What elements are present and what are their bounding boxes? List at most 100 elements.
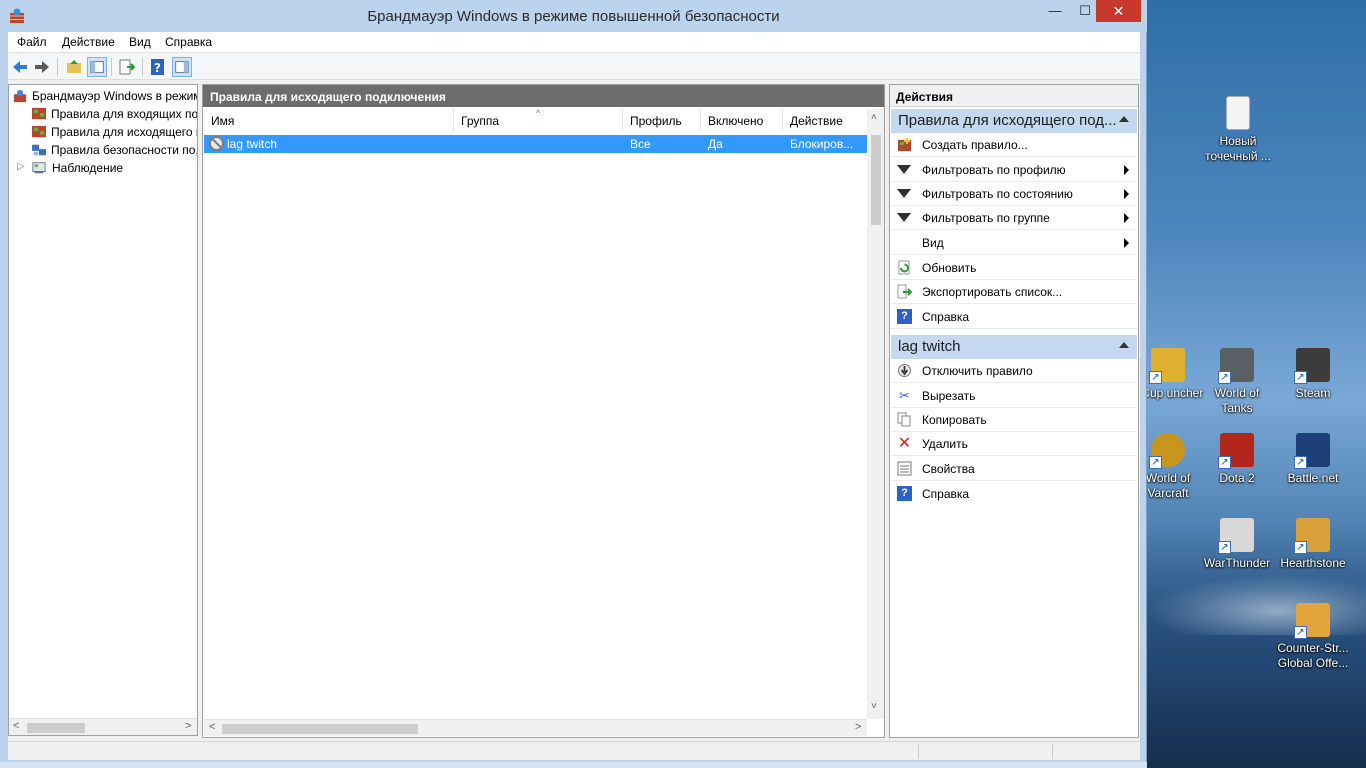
table-row[interactable]: lag twitch Все Да Блокиров... [204,135,867,153]
help-icon: ? [897,309,912,324]
desktop-icon-dota2[interactable]: ↗ Dota 2 [1199,433,1275,486]
scroll-down-icon[interactable]: ˅ [871,701,877,712]
rules-vertical-scrollbar[interactable]: ˄ ˅ [867,109,884,719]
tree-item-monitoring[interactable]: ▷ Наблюдение [17,160,197,177]
action-copy[interactable]: Копировать [891,408,1137,432]
menu-help[interactable]: Справка [165,35,212,49]
desktop-icon-world-of-tanks[interactable]: ↗ World of Tanks [1199,348,1275,416]
back-icon[interactable] [10,57,30,77]
desktop-icon-hearthstone[interactable]: ↗ Hearthstone [1275,518,1351,571]
menu-file[interactable]: Файл [17,35,47,49]
actions-pane: Действия Правила для исходящего под... С… [889,84,1139,738]
cell-profile: Все [630,137,651,151]
action-new-rule[interactable]: Создать правило... [891,133,1137,157]
sort-ascending-icon: ^ [536,108,541,118]
export-icon[interactable] [117,57,137,77]
title-bar[interactable]: Брандмауэр Windows в режиме повышенной б… [0,0,1147,32]
scrollbar-thumb[interactable] [871,135,881,225]
column-action[interactable]: Действие [783,109,861,131]
tree-item-connection-security-rules[interactable]: Правила безопасности по, [31,142,197,159]
scrollbar-thumb[interactable] [222,724,418,734]
tree-horizontal-scrollbar[interactable]: < > [9,718,197,735]
action-filter-by-state[interactable]: Фильтровать по состоянию [891,182,1137,206]
action-filter-by-group[interactable]: Фильтровать по группе [891,206,1137,230]
scroll-left-icon[interactable]: < [13,720,19,732]
up-folder-icon[interactable] [64,57,84,77]
scroll-right-icon[interactable]: > [855,721,861,733]
filter-icon [897,165,911,174]
action-view[interactable]: Вид [891,231,1137,255]
help-icon: ? [897,486,912,501]
actions-section-outbound[interactable]: Правила для исходящего под... [891,109,1137,133]
action-label: Вырезать [922,389,976,403]
menu-view[interactable]: Вид [129,35,151,49]
scrollbar-thumb[interactable] [27,723,85,733]
submenu-arrow-icon [1124,238,1129,248]
action-label: Создать правило... [922,138,1028,152]
scroll-right-icon[interactable]: > [185,720,191,732]
desktop-icon-battlenet[interactable]: ↗ Battle.net [1275,433,1351,486]
actions-section-selected-rule[interactable]: lag twitch [891,335,1137,359]
action-help[interactable]: ? Справка [891,305,1137,329]
desktop-icon-label: World of Varcraft [1145,471,1191,500]
tree-item-label: Наблюдение [52,161,124,175]
action-label: Фильтровать по профилю [922,163,1066,177]
collapse-icon[interactable] [1119,342,1129,348]
tree-item-inbound-rules[interactable]: Правила для входящих по, [31,106,197,123]
desktop-icon-label: WarThunder [1203,556,1271,570]
desktop-icon-war-thunder[interactable]: ↗ WarThunder [1199,518,1275,571]
action-cut[interactable]: ✂ Вырезать [891,384,1137,408]
action-refresh[interactable]: Обновить [891,256,1137,280]
window-client-area: Файл Действие Вид Справка ? Брандмауэр W… [8,32,1140,760]
action-filter-by-profile[interactable]: Фильтровать по профилю [891,158,1137,182]
column-name[interactable]: Имя [204,109,454,131]
ccup-launcher-icon: ↗ [1149,348,1185,384]
desktop-icon-csgo[interactable]: ↗ Counter-Str... Global Offe... [1275,603,1351,671]
scroll-up-icon[interactable]: ˄ [871,112,877,123]
action-disable-rule[interactable]: Отключить правило [891,359,1137,383]
tree-root[interactable]: Брандмауэр Windows в режим [12,88,197,105]
action-delete[interactable]: ✕ Удалить [891,432,1137,456]
show-hide-actions-icon[interactable] [172,57,192,77]
scroll-left-icon[interactable]: < [209,721,215,733]
desktop-icon-label: Новый точечный ... [1205,134,1271,163]
column-profile[interactable]: Профиль [623,109,701,131]
toolbar-separator [57,58,58,76]
collapse-icon[interactable] [1119,116,1129,122]
rules-horizontal-scrollbar[interactable]: < > [204,719,867,736]
section-title: Правила для исходящего под... [898,112,1117,129]
action-properties[interactable]: Свойства [891,457,1137,481]
tree-item-label: Правила для входящих по, [51,107,197,121]
close-button[interactable]: ✕ [1096,0,1141,22]
tree-item-outbound-rules[interactable]: Правила для исходящего г [31,124,197,141]
properties-icon [897,461,912,476]
desktop-icon-steam[interactable]: ↗ Steam [1275,348,1351,401]
submenu-arrow-icon [1124,189,1129,199]
copy-icon [897,412,911,427]
menu-bar: Файл Действие Вид Справка [8,32,1140,53]
action-help-rule[interactable]: ? Справка [891,482,1137,506]
monitoring-icon [32,162,46,174]
action-label: Справка [922,487,970,501]
forward-icon[interactable] [32,57,52,77]
minimize-button[interactable]: — [1040,0,1070,22]
menu-action[interactable]: Действие [62,35,115,49]
action-export-list[interactable]: Экспортировать список... [891,280,1137,304]
cell-enabled: Да [708,137,723,151]
console-tree: Брандмауэр Windows в режим Правила для в… [8,84,198,736]
window-title: Брандмауэр Windows в режиме повышенной б… [367,8,780,25]
desktop-icon-bitmap[interactable]: Новый точечный ... [1200,96,1276,164]
help-icon[interactable]: ? [148,57,168,77]
block-rule-icon [209,136,224,151]
actions-title: Действия [890,85,1138,107]
action-label: Обновить [922,261,977,275]
expand-arrow-icon[interactable]: ▷ [17,161,25,172]
cell-name: lag twitch [227,137,278,151]
desktop-icon-label: Counter-Str... Global Offe... [1277,641,1349,670]
column-enabled[interactable]: Включено [701,109,783,131]
action-label: Фильтровать по группе [922,211,1050,225]
tree-root-label: Брандмауэр Windows в режим [32,89,197,103]
toolbar-separator [111,58,112,76]
window-bottom-border [0,762,1147,768]
show-hide-tree-icon[interactable] [87,57,107,77]
